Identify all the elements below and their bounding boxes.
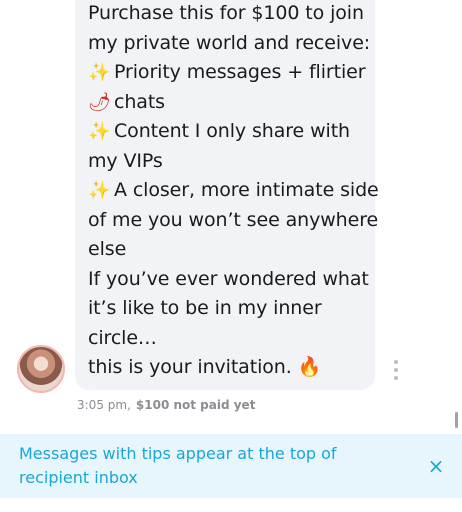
message-time: 3:05 pm,	[77, 398, 131, 412]
chili-pepper-icon: 🌶	[88, 91, 111, 113]
message-line: circle…	[88, 326, 157, 349]
sparkles-icon: ✨	[88, 62, 111, 83]
message-line: my private world and receive:	[88, 31, 371, 54]
tips-info-banner: Messages with tips appear at the top of …	[0, 434, 462, 498]
chat-screen: Purchase this for $100 to join my privat…	[0, 0, 462, 512]
sparkles-icon: ✨	[88, 121, 111, 142]
message-line: 🌶 chats	[88, 88, 375, 118]
message-line: it’s like to be in my inner	[88, 297, 322, 319]
message-line: my VIPs	[88, 149, 163, 172]
fire-icon: 🔥	[297, 356, 322, 378]
message-line: this is your invitation. 🔥	[88, 356, 322, 378]
message-line: else	[88, 238, 127, 260]
banner-text: Messages with tips appear at the top of …	[19, 444, 337, 487]
close-icon[interactable]: ×	[426, 456, 446, 476]
message-line: Purchase this for $100 to join	[88, 2, 364, 24]
more-vertical-icon[interactable]	[392, 360, 400, 380]
message-line: If you’ve ever wondered what	[88, 267, 369, 290]
payment-status: $100 not paid yet	[135, 398, 256, 412]
sender-avatar[interactable]	[17, 345, 65, 393]
message-line: of me you won’t see anywhere	[88, 208, 379, 231]
scrollbar-thumb[interactable]	[455, 412, 458, 428]
message-line: ✨ A closer, more intimate side	[88, 176, 379, 206]
message-line: ✨ Content I only share with	[88, 117, 375, 147]
message-bubble[interactable]: Purchase this for $100 to join my privat…	[75, 0, 379, 390]
message-line: ✨ Priority messages + flirtier	[88, 58, 375, 88]
message-meta: 3:05 pm, $100 not paid yet	[77, 398, 255, 412]
sparkles-icon: ✨	[88, 180, 111, 201]
